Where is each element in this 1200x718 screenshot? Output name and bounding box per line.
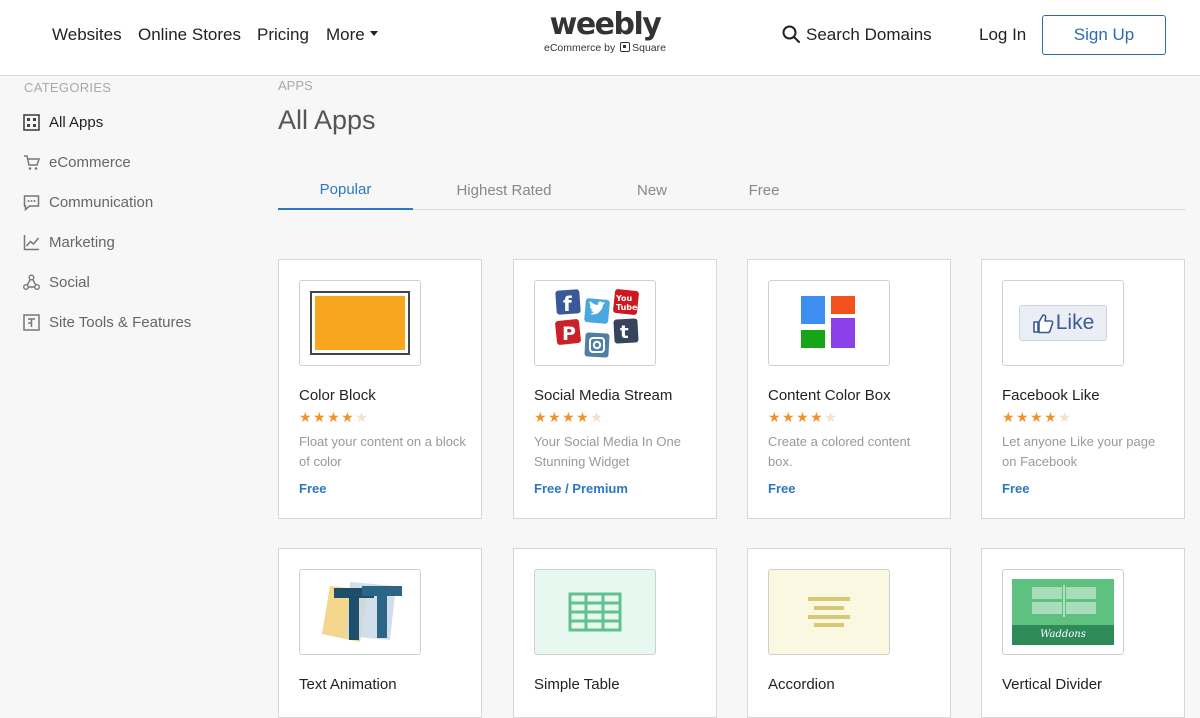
caret-down-icon [369,31,378,37]
app-name: Facebook Like [1002,387,1100,404]
category-site-tools[interactable]: Site Tools & Features [22,310,191,334]
color-box-icon [768,280,890,366]
login-link[interactable]: Log In [979,25,1026,45]
grid-icon [22,113,40,131]
app-card-content-color-box[interactable]: Content Color Box ★★★★★ Create a colored… [747,259,951,519]
rating-stars: ★★★★★ [768,410,839,426]
app-price: Free [1002,481,1030,496]
app-description: Float your content on a block of color [299,434,466,469]
category-marketing[interactable]: Marketing [22,230,115,254]
category-label: eCommerce [49,153,131,171]
color-block-icon [299,280,421,366]
nav-pricing[interactable]: Pricing [257,25,309,45]
category-label: Communication [49,193,154,211]
divider-graphic: Waddons [1012,579,1114,645]
app-description: Your Social Media In One Stunning Widget [534,434,681,469]
tab-free[interactable]: Free [724,170,804,210]
svg-text:t: t [620,322,629,343]
app-name: Content Color Box [768,387,891,404]
app-price: Free [299,481,327,496]
app-description: Let anyone Like your page on Facebook [1002,434,1156,469]
chat-icon [22,193,40,211]
svg-text:Tube: Tube [616,303,638,312]
svg-text:f: f [563,292,572,316]
category-label: Site Tools & Features [49,313,192,331]
nav-online-stores[interactable]: Online Stores [138,25,241,45]
category-label: All Apps [49,113,104,131]
app-description: Create a colored content box. [768,434,911,469]
app-card-color-block[interactable]: Color Block ★★★★★ Float your content on … [278,259,482,519]
logo-tagline-brand: Square [632,42,666,54]
waddons-label: Waddons [1012,625,1114,645]
facebook-like-icon: Like [1002,280,1124,366]
breadcrumb[interactable]: APPS [278,78,313,93]
app-card-vertical-divider[interactable]: Waddons Vertical Divider [981,548,1185,718]
app-name: Text Animation [299,676,397,693]
app-price: Free [768,481,796,496]
like-button-graphic: Like [1019,305,1107,341]
table-icon [534,569,656,655]
app-card-social-media-stream[interactable]: f You Tube P t Social Media Stream ★★★★★ … [513,259,717,519]
site-header: Websites Online Stores Pricing More weeb… [0,0,1200,76]
share-icon [22,273,40,291]
category-label: Marketing [49,233,115,251]
svg-text:P: P [562,323,576,345]
app-name: Social Media Stream [534,387,673,404]
text-animation-icon [299,569,421,655]
nav-websites[interactable]: Websites [52,25,122,45]
signup-button[interactable]: Sign Up [1042,15,1166,55]
logo-wordmark: weebly [549,7,662,42]
social-media-icon: f You Tube P t [534,280,656,366]
categories-heading: CATEGORIES [24,80,112,95]
like-text: Like [1055,311,1095,334]
page-title: All Apps [278,105,376,135]
search-domains-label: Search Domains [806,25,932,44]
logo[interactable]: weebly eCommerce by Square [538,7,672,55]
search-domains-link[interactable]: Search Domains [782,25,932,45]
accordion-icon [768,569,890,655]
chart-icon [22,233,40,251]
square-logo-icon [620,42,631,52]
tab-popular[interactable]: Popular [278,170,413,210]
vertical-divider-icon: Waddons [1002,569,1124,655]
svg-text:You: You [615,294,633,303]
nav-more-label: More [326,25,365,44]
app-card-text-animation[interactable]: Text Animation [278,548,482,718]
category-ecommerce[interactable]: eCommerce [22,150,131,174]
search-icon [782,25,800,43]
app-name: Accordion [768,676,835,693]
rating-stars: ★★★★★ [1002,410,1073,426]
thumbs-up-icon [1032,314,1054,334]
rating-stars: ★★★★★ [534,410,605,426]
app-card-simple-table[interactable]: Simple Table [513,548,717,718]
app-card-accordion[interactable]: Accordion [747,548,951,718]
app-price: Free / Premium [534,481,628,496]
category-label: Social [49,273,90,291]
app-name: Color Block [299,387,376,404]
nav-more[interactable]: More [326,25,378,45]
tab-new[interactable]: New [608,170,696,210]
cart-icon [22,153,40,171]
app-card-facebook-like[interactable]: Like Facebook Like ★★★★★ Let anyone Like… [981,259,1185,519]
category-social[interactable]: Social [22,270,90,294]
rating-stars: ★★★★★ [299,410,370,426]
logo-tagline-prefix: eCommerce by [544,42,616,54]
logo-tagline: eCommerce by Square [538,42,672,54]
tools-icon [22,313,40,331]
category-communication[interactable]: Communication [22,190,153,214]
app-name: Vertical Divider [1002,676,1103,693]
tab-highest-rated[interactable]: Highest Rated [436,170,572,210]
app-name: Simple Table [534,676,620,693]
tab-bar: Popular Highest Rated New Free [278,170,1186,210]
category-all-apps[interactable]: All Apps [22,110,103,134]
